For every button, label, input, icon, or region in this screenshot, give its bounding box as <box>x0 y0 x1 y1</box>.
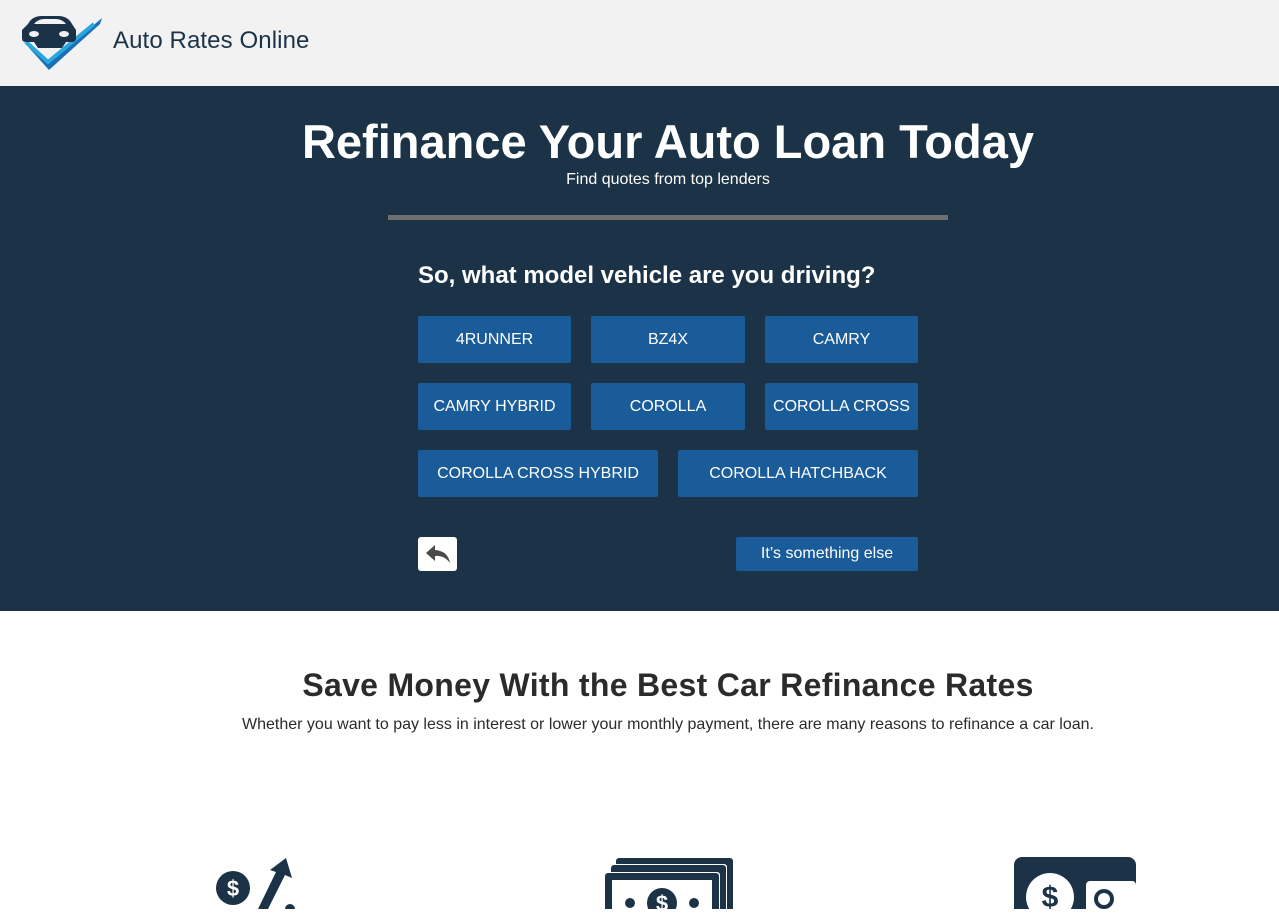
option-corolla-cross-button[interactable]: COROLLA CROSS <box>765 383 918 430</box>
question-heading: So, what model vehicle are you driving? <box>418 262 876 289</box>
dollar-card-icon: $ <box>1014 857 1136 914</box>
dollar-arrow-up-icon: $ <box>214 856 304 914</box>
reply-arrow-icon <box>425 545 450 563</box>
car-checkmark-logo-icon[interactable] <box>18 12 104 72</box>
cash-stack-icon: $ <box>602 857 734 914</box>
option-camry-button[interactable]: CAMRY <box>765 316 918 363</box>
something-else-button[interactable]: It’s something else <box>736 537 918 571</box>
site-header: Auto Rates Online <box>0 0 1279 86</box>
hero-section: Refinance Your Auto Loan Today Find quot… <box>0 86 1279 611</box>
svg-text:$: $ <box>227 876 239 901</box>
option-corolla-cross-hybrid-button[interactable]: COROLLA CROSS HYBRID <box>418 450 658 497</box>
hero-subtitle: Find quotes from top lenders <box>566 171 770 188</box>
brand-name[interactable]: Auto Rates Online <box>113 27 309 55</box>
svg-text:$: $ <box>656 891 668 909</box>
savings-title: Save Money With the Best Car Refinance R… <box>302 667 1034 703</box>
option-corolla-hatchback-button[interactable]: COROLLA HATCHBACK <box>678 450 918 497</box>
svg-text:$: $ <box>1042 881 1059 909</box>
option-camry-hybrid-button[interactable]: CAMRY HYBRID <box>418 383 571 430</box>
progress-bar <box>388 215 948 220</box>
back-button[interactable] <box>418 537 457 571</box>
savings-subtitle: Whether you want to pay less in interest… <box>242 716 1094 733</box>
option-bz4x-button[interactable]: BZ4X <box>591 316 745 363</box>
option-4runner-button[interactable]: 4RUNNER <box>418 316 571 363</box>
option-corolla-button[interactable]: COROLLA <box>591 383 745 430</box>
hero-title: Refinance Your Auto Loan Today <box>301 115 1035 168</box>
